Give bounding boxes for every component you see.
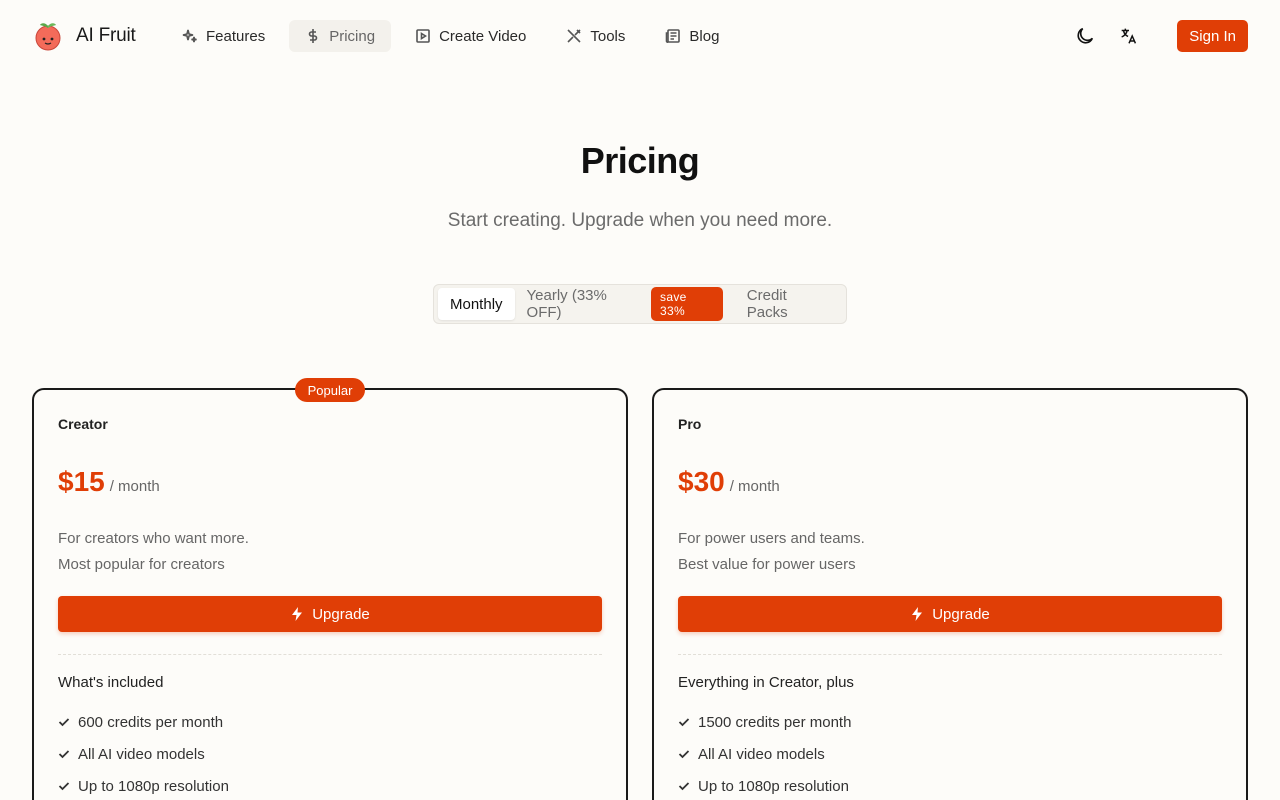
tab-credit-packs[interactable]: Credit Packs xyxy=(735,287,842,321)
nav-item-pricing[interactable]: Pricing xyxy=(289,20,392,52)
peach-logo-icon xyxy=(35,23,61,51)
nav-item-label: Create Video xyxy=(439,27,527,45)
feature-list: 600 credits per month All AI video model… xyxy=(58,706,229,800)
page-title: Pricing xyxy=(580,140,700,181)
billing-toggle: Monthly Yearly (33% OFF) save 33% Credit… xyxy=(433,284,847,324)
nav-item-label: Features xyxy=(206,27,266,45)
upgrade-label: Upgrade xyxy=(312,605,370,623)
tab-monthly[interactable]: Monthly xyxy=(438,288,515,320)
plan-period: / month xyxy=(729,478,780,495)
plan-description: For creators who want more. Most popular… xyxy=(58,526,249,578)
list-item: Up to 1080p resolution xyxy=(678,770,851,800)
moon-icon xyxy=(1077,27,1094,44)
feature-text: 600 credits per month xyxy=(78,713,224,731)
plan-description-line: For creators who want more. xyxy=(58,530,249,547)
features-heading: Everything in Creator, plus xyxy=(678,674,854,691)
nav-item-label: Tools xyxy=(590,27,626,45)
save-badge: save 33% xyxy=(651,287,723,321)
list-item: Up to 1080p resolution xyxy=(58,770,229,800)
list-item: All AI video models xyxy=(58,738,229,770)
plan-description: For power users and teams. Best value fo… xyxy=(678,526,865,578)
check-icon xyxy=(58,718,70,727)
sign-in-button[interactable]: Sign In xyxy=(1177,20,1248,52)
plan-price: $15 xyxy=(58,466,105,497)
brand-name: AI Fruit xyxy=(76,25,136,46)
price-row: $15 / month xyxy=(58,466,160,498)
newspaper-icon xyxy=(666,29,681,43)
check-icon xyxy=(678,750,690,759)
brand-logo[interactable]: AI Fruit xyxy=(32,20,136,52)
check-icon xyxy=(678,782,690,791)
feature-text: Up to 1080p resolution xyxy=(698,777,849,795)
plan-description-line: For power users and teams. xyxy=(678,530,865,547)
lightning-icon xyxy=(292,607,303,621)
theme-toggle-button[interactable] xyxy=(1069,20,1101,52)
check-icon xyxy=(678,718,690,727)
upgrade-button[interactable]: Upgrade xyxy=(678,596,1222,632)
nav-actions: Sign In xyxy=(1069,20,1248,52)
tools-icon xyxy=(567,29,581,43)
nav-item-create-video[interactable]: Create Video xyxy=(399,20,542,52)
language-button[interactable] xyxy=(1113,20,1145,52)
list-item: All AI video models xyxy=(678,738,851,770)
list-item: 1500 credits per month xyxy=(678,706,851,738)
play-square-icon xyxy=(416,29,430,43)
tab-yearly-label: Yearly (33% OFF) xyxy=(526,287,607,321)
nav-item-features[interactable]: Features xyxy=(166,20,281,52)
feature-text: Up to 1080p resolution xyxy=(78,777,229,795)
feature-text: All AI video models xyxy=(698,745,825,763)
page-subtitle: Start creating. Upgrade when you need mo… xyxy=(447,210,833,231)
tab-yearly[interactable]: Yearly (33% OFF) save 33% xyxy=(515,287,735,321)
nav-item-tools[interactable]: Tools xyxy=(550,20,641,52)
feature-list: 1500 credits per month All AI video mode… xyxy=(678,706,851,800)
nav-item-label: Pricing xyxy=(329,27,376,45)
check-icon xyxy=(58,782,70,791)
plan-name: Creator xyxy=(58,416,108,432)
top-nav: AI Fruit Features Pricing Create Video T… xyxy=(0,0,1280,72)
upgrade-button[interactable]: Upgrade xyxy=(58,596,602,632)
sparkles-icon xyxy=(182,29,197,43)
plan-card-pro: Pro $30 / month For power users and team… xyxy=(652,388,1248,800)
check-icon xyxy=(58,750,70,759)
features-heading: What's included xyxy=(58,674,164,691)
plan-description-line: Most popular for creators xyxy=(58,556,225,573)
list-item: 600 credits per month xyxy=(58,706,229,738)
plan-card-creator: Popular Creator $15 / month For creators… xyxy=(32,378,628,800)
divider xyxy=(678,654,1222,655)
translate-icon xyxy=(1121,28,1137,44)
plan-price: $30 xyxy=(678,466,725,497)
divider xyxy=(58,654,602,655)
plan-description-line: Best value for power users xyxy=(678,556,856,573)
dollar-icon xyxy=(308,29,318,43)
nav-item-label: Blog xyxy=(689,27,720,45)
feature-text: All AI video models xyxy=(78,745,205,763)
plan-period: / month xyxy=(109,478,160,495)
main-nav: Features Pricing Create Video Tools Blog xyxy=(166,20,735,52)
price-row: $30 / month xyxy=(678,466,780,498)
feature-text: 1500 credits per month xyxy=(698,713,852,731)
upgrade-label: Upgrade xyxy=(932,605,990,623)
lightning-icon xyxy=(912,607,923,621)
popular-badge: Popular xyxy=(295,378,365,402)
nav-item-blog[interactable]: Blog xyxy=(649,20,735,52)
plan-name: Pro xyxy=(678,416,702,432)
